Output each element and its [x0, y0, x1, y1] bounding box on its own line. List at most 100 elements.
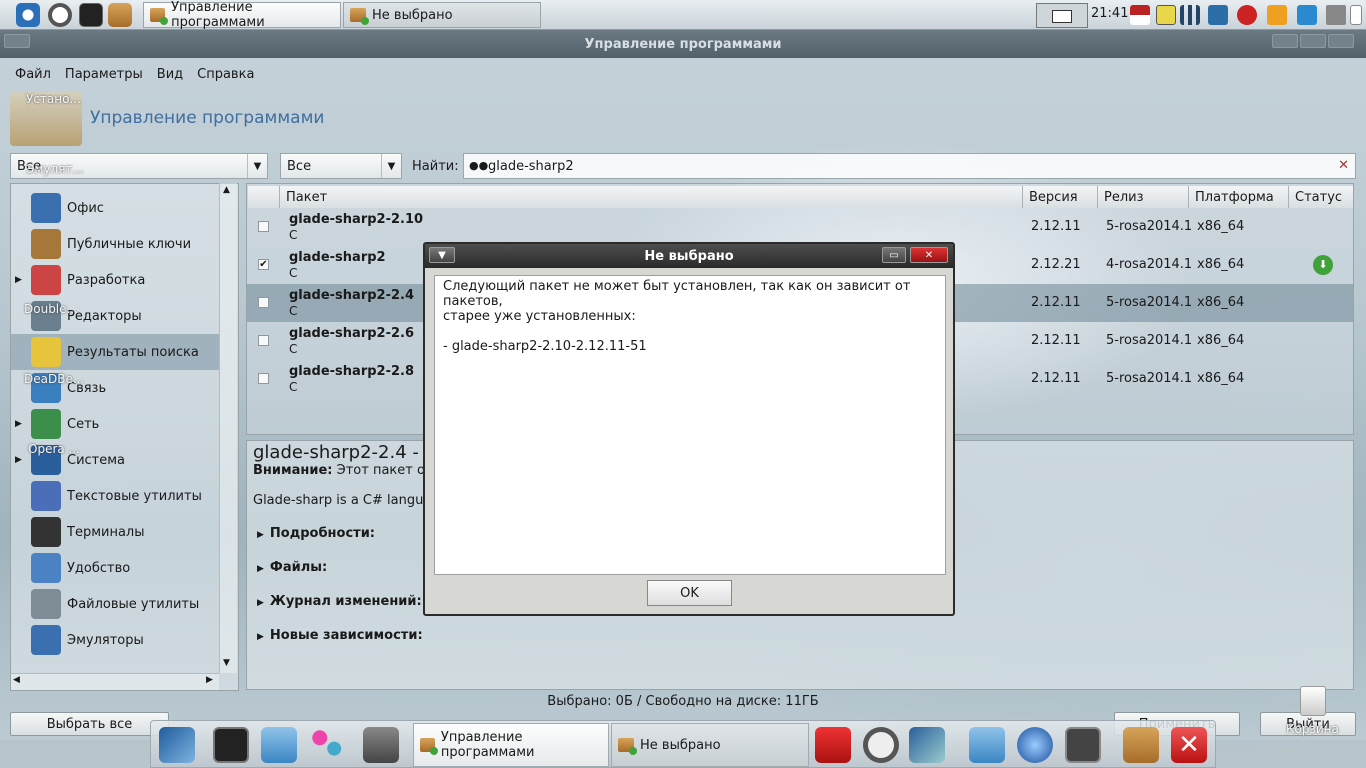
package-name: glade-sharp2-2.8 [289, 364, 415, 379]
file-manager-icon[interactable] [261, 727, 297, 763]
expand-arrow-icon[interactable]: ▶ [15, 419, 22, 429]
dock-task-dialog[interactable]: Не выбрано [611, 723, 809, 767]
sidebar-item-category[interactable]: Терминалы [11, 514, 220, 550]
dialog-close-button[interactable]: ✕ [910, 247, 948, 263]
terminal-icon[interactable] [213, 727, 249, 763]
file-manager-icon[interactable] [969, 727, 1005, 763]
column-header-version[interactable]: Версия [1023, 186, 1098, 208]
sidebar-item-label: Разработка [67, 272, 146, 288]
sidebar-vertical-scrollbar[interactable]: ▲ ▼ [219, 183, 237, 673]
table-row[interactable]: glade-sharp2-2.10 C 2.12.11 5-rosa2014.1 x86… [247, 208, 1353, 246]
sidebar-item-category[interactable]: Публичные ключи [11, 226, 220, 262]
scroll-up-arrow-icon[interactable]: ▲ [223, 185, 230, 195]
desktop-pager[interactable] [1036, 3, 1088, 28]
desktop-icon-label[interactable]: Double... [24, 302, 78, 316]
window-menu-button[interactable] [4, 34, 30, 48]
dialog-titlebar[interactable]: ▼ Не выбрано ▭ ✕ [425, 244, 953, 268]
search-input[interactable]: ●● glade-sharp2 ✕ [463, 153, 1356, 179]
scroll-down-arrow-icon[interactable]: ▼ [223, 658, 230, 668]
opera-icon[interactable] [863, 727, 899, 763]
taskbar-item-dialog[interactable]: Не выбрано [343, 2, 541, 28]
show-desktop-icon[interactable] [1350, 5, 1362, 25]
window-titlebar[interactable]: Управление программами [0, 30, 1366, 58]
desktop-icon-label[interactable]: Устано... [26, 92, 81, 106]
desktop-icon-label[interactable]: Opera ... [28, 442, 80, 456]
sidebar-item-category[interactable]: Эмуляторы [11, 622, 220, 658]
package-name: glade-sharp2-2.6 [289, 326, 415, 341]
keyboard-layout-flag-icon[interactable] [1130, 5, 1150, 25]
desktop-icon-label[interactable]: Эмулят... [26, 162, 84, 176]
clock[interactable]: 21:41 [1091, 6, 1128, 21]
package-version: 2.12.21 [1031, 257, 1081, 272]
category-icon [31, 193, 61, 223]
opera-icon[interactable] [48, 3, 72, 27]
column-header-package[interactable]: Пакет [280, 186, 1023, 208]
sidebar-item-category[interactable]: Результаты поиска [11, 334, 220, 370]
volume-icon[interactable] [1326, 5, 1346, 25]
sidebar-item-category[interactable]: Офис [11, 190, 220, 226]
network-signal-icon[interactable] [1180, 5, 1200, 25]
device-icon[interactable] [1208, 5, 1228, 25]
office-app-icon[interactable] [815, 727, 851, 763]
close-session-icon[interactable]: ✕ [1171, 727, 1207, 763]
details-section-dependencies[interactable]: ▶ Новые зависимости: [257, 628, 423, 643]
taskbar-item-software-manager[interactable]: Управление программами [143, 0, 341, 30]
details-section-files[interactable]: ▶ Файлы: [257, 560, 327, 575]
details-section-info[interactable]: ▶ Подробности: [257, 526, 375, 541]
sidebar-item-category[interactable]: ▶ Разработка [11, 262, 220, 298]
desktop-icon-label[interactable]: DeaDBe... [24, 372, 84, 386]
package-checkbox[interactable] [258, 221, 269, 232]
sidebar-item-label: Публичные ключи [67, 236, 192, 252]
clear-search-icon[interactable]: ✕ [1338, 158, 1349, 173]
desktop-icon[interactable] [159, 727, 195, 763]
settings-bubbles-icon[interactable] [309, 727, 345, 763]
dock-task-software-manager[interactable]: Управление программами [413, 723, 609, 767]
select-all-button[interactable]: Выбрать все [10, 712, 169, 736]
software-manager-icon[interactable] [1123, 727, 1159, 763]
expand-arrow-icon[interactable]: ▶ [15, 275, 22, 285]
details-section-changelog[interactable]: ▶ Журнал изменений: [257, 594, 422, 609]
menu-view[interactable]: Вид [157, 67, 183, 82]
menu-settings[interactable]: Параметры [65, 67, 143, 82]
sidebar-item-category[interactable]: Текстовые утилиты [11, 478, 220, 514]
sidebar-item-category[interactable]: ▶ Сеть [11, 406, 220, 442]
package-checkbox[interactable] [258, 297, 269, 308]
terminal-icon[interactable] [79, 3, 103, 27]
menu-file[interactable]: Файл [15, 67, 51, 82]
category-icon [31, 265, 61, 295]
browser-icon[interactable] [1017, 727, 1053, 763]
clipboard-icon[interactable] [1156, 5, 1176, 25]
sidebar-item-category[interactable]: Файловые утилиты [11, 586, 220, 622]
expand-arrow-icon[interactable]: ▶ [15, 455, 22, 465]
column-header-platform[interactable]: Платформа [1189, 186, 1289, 208]
package-checkbox[interactable]: ✔ [258, 259, 269, 270]
download-arrow-icon[interactable] [1297, 5, 1317, 25]
status-filter-select[interactable]: Все ▼ [280, 153, 402, 179]
dialog-maximize-button[interactable]: ▭ [882, 247, 906, 263]
system-monitor-icon[interactable] [1065, 727, 1101, 763]
column-header-status[interactable]: Статус [1289, 186, 1353, 208]
sidebar-horizontal-scrollbar[interactable]: ◀ ▶ [11, 673, 219, 690]
scroll-left-arrow-icon[interactable]: ◀ [13, 675, 20, 685]
package-installer-icon[interactable] [363, 727, 399, 763]
scroll-right-arrow-icon[interactable]: ▶ [206, 675, 213, 685]
package-icon [150, 8, 169, 25]
power-icon[interactable] [1237, 5, 1257, 25]
notes-icon[interactable] [1267, 5, 1287, 25]
column-header-check[interactable] [248, 186, 280, 208]
package-checkbox[interactable] [258, 373, 269, 384]
minimize-button[interactable] [1272, 34, 1298, 48]
trash-icon[interactable] [1300, 686, 1326, 716]
dialog-menu-button[interactable]: ▼ [429, 247, 455, 263]
ok-button[interactable]: OK [647, 580, 732, 606]
package-checkbox[interactable] [258, 335, 269, 346]
package-manager-icon[interactable] [108, 3, 132, 27]
rosa-menu-icon[interactable] [16, 3, 40, 27]
sidebar-item-category[interactable]: Удобство [11, 550, 220, 586]
column-header-release[interactable]: Релиз [1098, 186, 1189, 208]
menu-help[interactable]: Справка [197, 67, 254, 82]
close-button[interactable] [1328, 34, 1354, 48]
desktop-icon-label[interactable]: Корзина [1286, 722, 1339, 736]
maximize-button[interactable] [1300, 34, 1326, 48]
system-tools-icon[interactable] [909, 727, 945, 763]
